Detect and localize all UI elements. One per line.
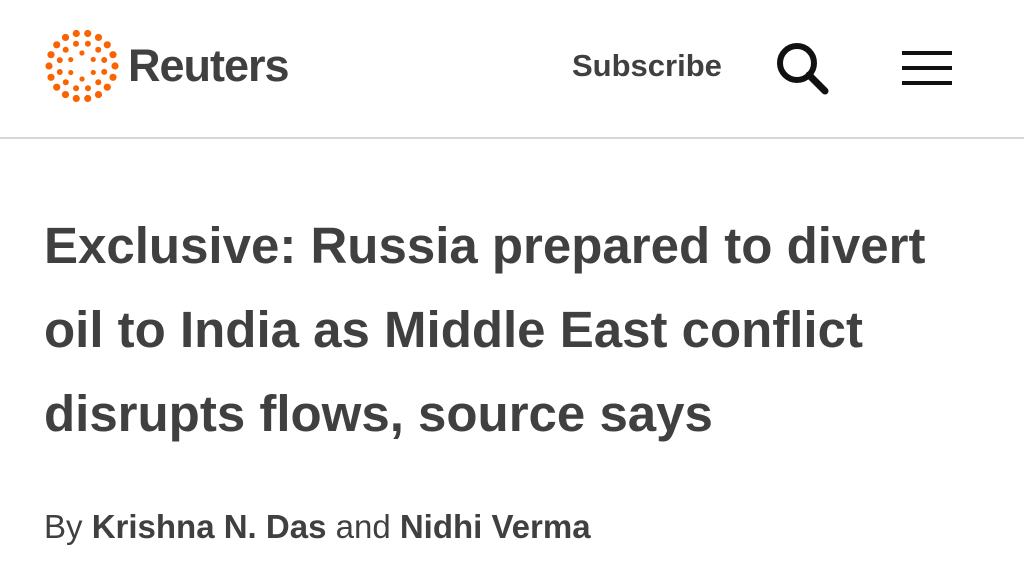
- logo-dot: [73, 40, 80, 47]
- logo-dot: [109, 51, 117, 59]
- logo-dot: [103, 41, 111, 49]
- logo-dot: [68, 69, 74, 76]
- byline-prefix: By: [44, 508, 83, 545]
- author-link-nidhi-verma[interactable]: Nidhi Verma: [400, 508, 591, 545]
- logo-dot: [84, 40, 91, 47]
- logo-dot: [94, 33, 103, 42]
- logo-dot: [73, 85, 80, 92]
- reuters-logo-icon: [45, 29, 119, 103]
- byline-conjunction: and: [335, 508, 391, 545]
- brand-name: Reuters: [128, 40, 290, 91]
- logo-dot: [72, 29, 80, 38]
- logo-dot: [53, 83, 61, 91]
- article-headline: Exclusive: Russia prepared to divert oil…: [44, 217, 926, 442]
- logo-dot: [61, 33, 70, 42]
- logo-dot: [90, 56, 96, 63]
- logo-dot: [111, 62, 119, 70]
- logo-dot: [95, 79, 102, 86]
- logo-dot: [56, 57, 63, 64]
- logo-dot: [62, 79, 69, 86]
- logo-dot: [79, 76, 85, 82]
- logo-dot: [45, 62, 53, 70]
- logo-dot: [47, 51, 55, 59]
- logo-dot: [95, 46, 102, 53]
- author-link-krishna-das[interactable]: Krishna N. Das: [92, 508, 327, 545]
- logo-dot: [109, 73, 117, 81]
- logo-dot: [90, 69, 96, 76]
- search-icon: [777, 43, 829, 95]
- logo-dot: [103, 83, 111, 91]
- logo-dot: [56, 68, 63, 75]
- logo-dot: [47, 73, 55, 81]
- logo-dot: [53, 41, 61, 49]
- logo-dot: [101, 57, 108, 64]
- logo-dot: [79, 50, 85, 56]
- logo-dot: [101, 68, 108, 75]
- site-header: Reuters Subscribe: [0, 0, 1024, 139]
- search-button[interactable]: [772, 38, 832, 98]
- byline: By Krishna N. Das and Nidhi Verma: [44, 503, 591, 551]
- logo-dot: [72, 94, 80, 103]
- logo-dot: [68, 56, 74, 63]
- logo-dot: [62, 46, 69, 53]
- menu-button[interactable]: [900, 46, 954, 90]
- reuters-logo-link[interactable]: Reuters: [44, 28, 290, 104]
- logo-dot: [61, 90, 70, 99]
- hamburger-menu-icon: [902, 51, 952, 85]
- logo-dot: [84, 29, 92, 38]
- logo-dot: [84, 94, 92, 103]
- subscribe-button[interactable]: Subscribe: [572, 44, 722, 88]
- logo-dot: [84, 85, 91, 92]
- logo-dot: [94, 90, 103, 99]
